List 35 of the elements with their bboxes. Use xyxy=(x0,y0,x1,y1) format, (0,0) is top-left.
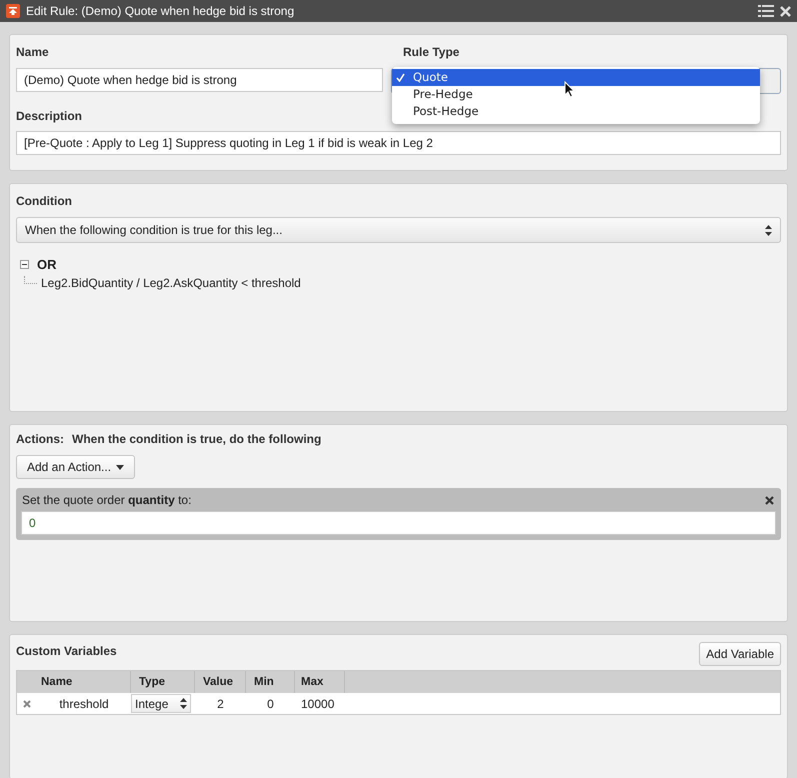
type-select[interactable]: Intege xyxy=(131,694,191,713)
table-cell-text: 2 xyxy=(216,696,225,712)
condition-select[interactable]: When the following condition is true for this leg... xyxy=(16,217,781,243)
checkmark-icon xyxy=(396,73,405,82)
name-field[interactable]: (Demo) Quote when hedge bid is strong xyxy=(16,68,383,92)
menu-option[interactable]: Pre-Hedge xyxy=(392,86,760,103)
delete-icon[interactable] xyxy=(23,700,31,708)
section-title: Custom Variables xyxy=(16,644,117,658)
section-subtitle: When the condition is true, do the following xyxy=(72,432,322,446)
menu-option[interactable]: Quote xyxy=(392,69,760,86)
stepper-icon xyxy=(180,698,187,709)
tree-node[interactable]: Leg2.BidQuantity / Leg2.AskQuantity < threshold xyxy=(41,276,301,290)
menu-option[interactable]: Post-Hedge xyxy=(392,103,760,120)
close-icon[interactable] xyxy=(765,496,774,504)
action-label: Set the quote order quantity to: xyxy=(22,493,192,507)
description-field[interactable]: [Pre-Quote : Apply to Leg 1] Suppress quoting in Leg 1 if bid is weak in Leg 2 xyxy=(16,131,781,155)
add-action-button[interactable]: Add an Action... xyxy=(16,455,136,479)
stepper-icon xyxy=(765,224,772,236)
collapse-toggle[interactable] xyxy=(20,260,29,269)
field-label: Description xyxy=(16,109,82,123)
table-cell-text: threshold xyxy=(58,696,110,712)
caret-icon xyxy=(116,465,124,470)
action-value-field[interactable]: 0 xyxy=(21,511,776,535)
field-label: Rule Type xyxy=(403,45,460,59)
window-title: Edit Rule: (Demo) Quote when hedge bid is strong xyxy=(26,4,294,18)
tree-node[interactable]: OR xyxy=(37,257,56,272)
table-cell-text: 10000 xyxy=(300,696,336,712)
list-icon[interactable] xyxy=(758,5,774,17)
app-icon xyxy=(6,4,20,18)
table-cell-text: 0 xyxy=(266,696,275,712)
mouse-pointer-icon xyxy=(564,81,575,98)
field-label: Name xyxy=(16,45,50,59)
add-variable-button[interactable]: Add Variable xyxy=(699,642,781,666)
section-title: Condition xyxy=(16,194,72,208)
section-title: Actions: xyxy=(16,432,64,446)
